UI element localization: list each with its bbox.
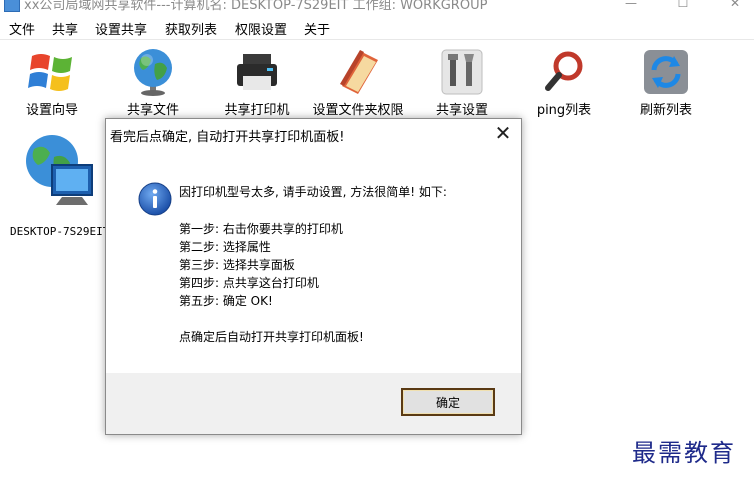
title-bar: xx公司局域网共享软件---计算机名: DESKTOP-7S29EIT 工作组:…: [0, 0, 754, 14]
menu-bar: 文件 共享 设置共享 获取列表 权限设置 关于: [0, 15, 754, 40]
folder-permissions-button[interactable]: 设置文件夹权限: [306, 40, 410, 120]
share-files-button[interactable]: 共享文件: [113, 40, 193, 120]
window-title: xx公司局域网共享软件---计算机名: DESKTOP-7S29EIT 工作组:…: [24, 0, 488, 13]
menu-about[interactable]: 关于: [304, 19, 330, 38]
menu-share[interactable]: 共享: [52, 19, 78, 38]
toolbar-label: 刷新列表: [639, 103, 692, 118]
ping-list-button[interactable]: ping列表: [522, 40, 606, 120]
dialog-body: 因打印机型号太多, 请手动设置, 方法很简单! 如下: 第一步: 右击你要共享的…: [106, 149, 521, 373]
windows-logo-icon: [28, 54, 72, 91]
minimize-icon[interactable]: —: [624, 0, 638, 10]
printer-icon: [237, 54, 277, 90]
dialog-footer: 确定: [106, 373, 521, 434]
computer-label: DESKTOP-7S29EIT: [10, 225, 110, 238]
close-icon[interactable]: ✕: [493, 123, 513, 143]
dialog-title: 看完后点确定, 自动打开共享打印机面板!: [110, 130, 345, 145]
toolbar: 设置向导 共享文件 共享打印机 设置文件夹权限 共享设置 ping列表 刷新列表: [0, 40, 754, 120]
toolbar-label: ping列表: [536, 103, 592, 118]
menu-file[interactable]: 文件: [9, 19, 35, 38]
info-icon: [138, 182, 172, 216]
message-line: 第三步: 选择共享面板: [179, 258, 295, 272]
ok-button[interactable]: 确定: [401, 388, 495, 416]
close-window-icon[interactable]: ✕: [728, 0, 742, 10]
toolbar-label: 共享打印机: [224, 103, 290, 118]
message-line: 因打印机型号太多, 请手动设置, 方法很简单! 如下:: [179, 185, 447, 199]
app-icon: [4, 0, 20, 12]
magnifier-icon: [545, 51, 583, 91]
tools-icon: [441, 49, 483, 95]
watermark: 最需教育: [632, 439, 736, 467]
menu-set-share[interactable]: 设置共享: [95, 19, 147, 38]
folder-icon: [340, 50, 378, 94]
message-line: 第一步: 右击你要共享的打印机: [179, 222, 343, 236]
toolbar-label: 共享文件: [126, 103, 179, 118]
toolbar-label: 设置向导: [25, 103, 78, 118]
message-line: 第四步: 点共享这台打印机: [179, 276, 319, 290]
network-computer-icon: [26, 135, 93, 205]
dialog-title-bar: 看完后点确定, 自动打开共享打印机面板! ✕: [106, 119, 521, 149]
menu-permissions[interactable]: 权限设置: [235, 19, 287, 38]
maximize-icon[interactable]: ☐: [676, 0, 690, 10]
share-settings-button[interactable]: 共享设置: [422, 40, 502, 120]
toolbar-label: 设置文件夹权限: [312, 103, 404, 118]
message-line: 第五步: 确定 OK!: [179, 294, 273, 308]
share-printer-button[interactable]: 共享打印机: [215, 40, 299, 120]
message-dialog: 看完后点确定, 自动打开共享打印机面板! ✕ 因打印机型号太多, 请手动设置, …: [105, 118, 522, 435]
toolbar-label: 共享设置: [435, 103, 488, 118]
globe-icon: [134, 49, 172, 96]
refresh-icon: [644, 50, 688, 94]
message-line: 第二步: 选择属性: [179, 240, 271, 254]
setup-wizard-button[interactable]: 设置向导: [12, 40, 92, 120]
computer-item[interactable]: DESKTOP-7S29EIT: [10, 133, 110, 243]
menu-get-list[interactable]: 获取列表: [165, 19, 217, 38]
refresh-list-button[interactable]: 刷新列表: [626, 40, 706, 120]
message-line: 点确定后自动打开共享打印机面板!: [179, 330, 364, 344]
